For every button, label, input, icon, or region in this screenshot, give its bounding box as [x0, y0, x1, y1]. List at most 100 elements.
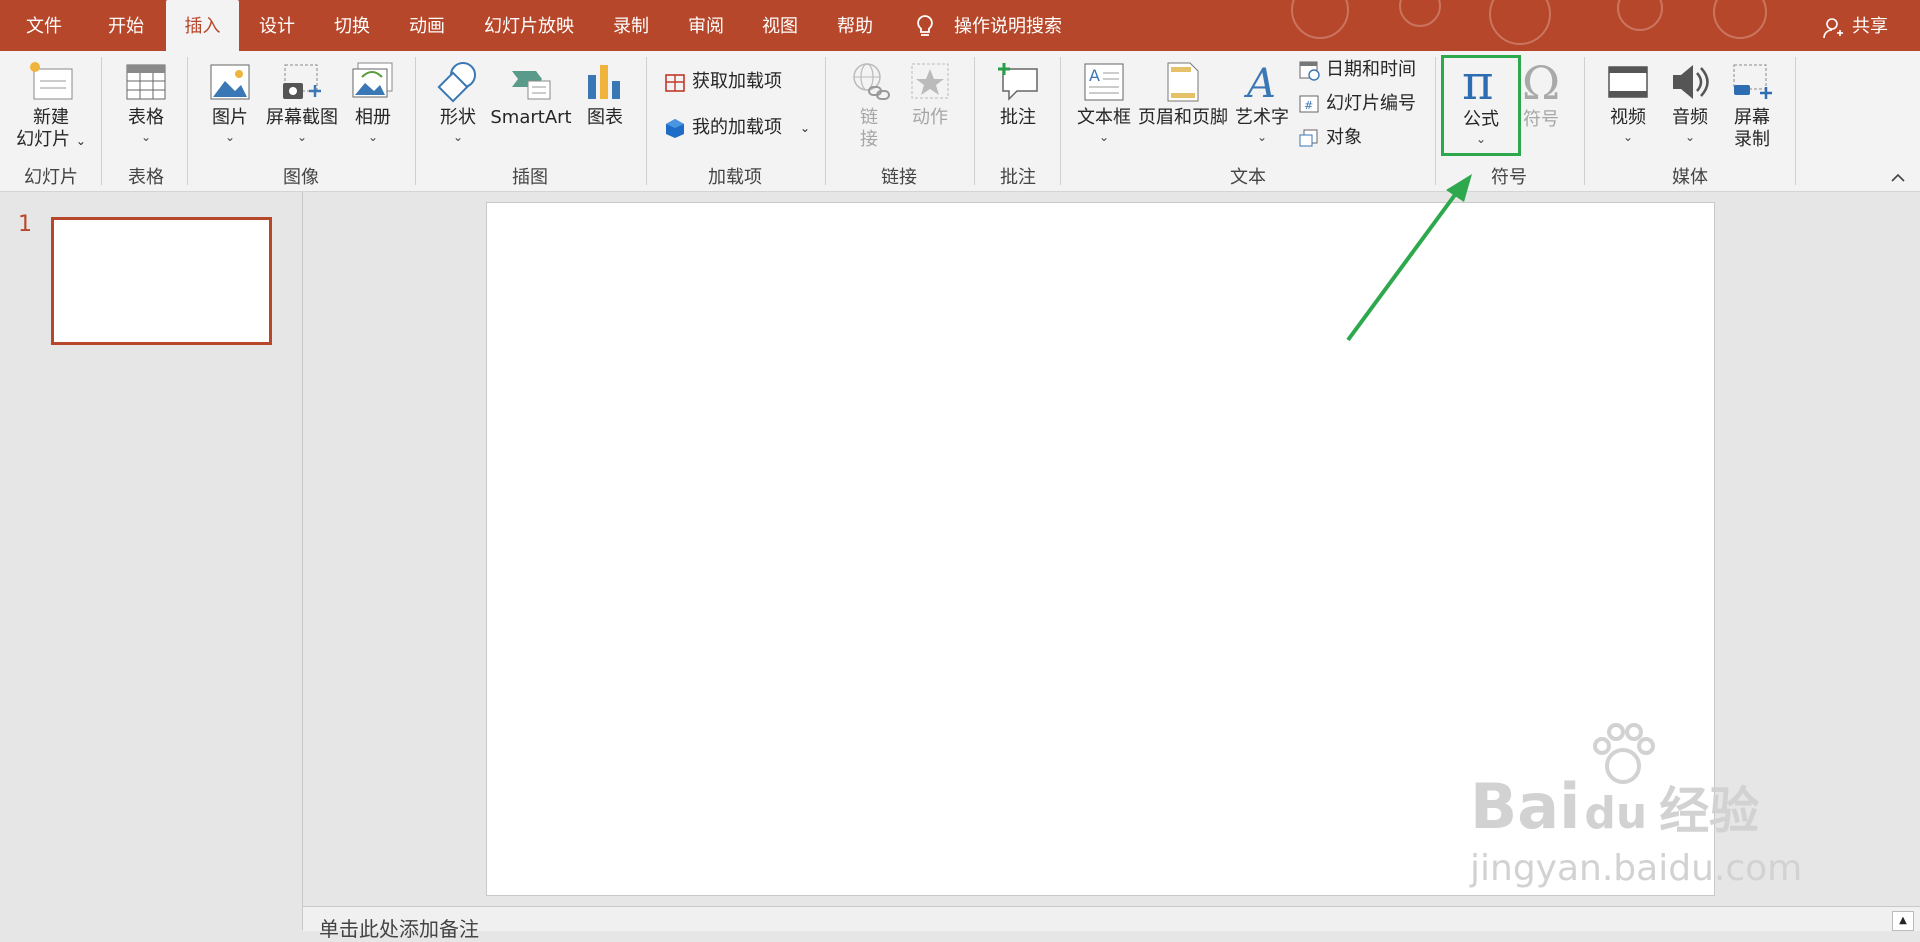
new-slide-label-2: 幻灯片 — [16, 129, 71, 150]
wordart-icon: A — [1243, 61, 1276, 103]
datetime-button[interactable]: 日期和时间 — [1298, 59, 1416, 81]
tab-design[interactable]: 设计 — [259, 0, 295, 51]
action-button[interactable]: 动作 — [904, 61, 956, 129]
chevron-down-icon: ⌄ — [296, 130, 308, 144]
notes-placeholder: 单击此处添加备注 — [319, 917, 479, 941]
collapse-ribbon-icon[interactable] — [1890, 171, 1906, 183]
divider — [101, 57, 102, 185]
omega-icon: Ω — [1522, 59, 1560, 105]
get-addins-label: 获取加载项 — [692, 71, 782, 92]
watermark-logo-text: Bai — [1470, 770, 1581, 843]
smartart-button[interactable]: SmartArt — [490, 61, 572, 129]
picture-button[interactable]: 图片 ⌄ — [204, 61, 256, 143]
divider — [974, 57, 975, 185]
shapes-button[interactable]: 形状 ⌄ — [430, 61, 486, 143]
chart-button[interactable]: 图表 — [580, 61, 630, 129]
tab-record[interactable]: 录制 — [613, 0, 649, 51]
video-button[interactable]: 视频 ⌄ — [1600, 61, 1656, 143]
chevron-down-icon: ⌄ — [452, 130, 464, 144]
slide-number-button[interactable]: # 幻灯片编号 — [1298, 93, 1416, 115]
chevron-down-icon: ⌄ — [1622, 130, 1634, 144]
object-button[interactable]: 对象 — [1298, 127, 1362, 149]
table-label: 表格 — [128, 107, 164, 128]
screenshot-icon — [283, 64, 321, 99]
group-label-links: 链接 — [881, 167, 917, 188]
chevron-down-icon: ⌄ — [75, 134, 86, 148]
header-footer-button[interactable]: 页眉和页脚 — [1138, 61, 1228, 129]
comment-label: 批注 — [1000, 107, 1036, 128]
slide-number-icon: # — [1299, 95, 1319, 113]
screen-recording-button[interactable]: 屏幕 录制 — [1724, 61, 1780, 151]
textbox-icon: A — [1084, 63, 1124, 101]
tab-view[interactable]: 视图 — [762, 0, 798, 51]
link-button[interactable]: 链 接 — [842, 61, 896, 151]
audio-button[interactable]: 音频 ⌄ — [1662, 61, 1718, 143]
slide-thumbnail[interactable] — [51, 217, 272, 345]
symbol-button[interactable]: Ω 符号 — [1520, 59, 1562, 131]
link-label-2: 接 — [860, 129, 878, 150]
chevron-down-icon: ⌄ — [800, 121, 811, 135]
chart-icon — [588, 65, 620, 99]
group-label-illustrations: 插图 — [512, 167, 548, 188]
object-icon — [1299, 129, 1318, 147]
wordart-button[interactable]: A 艺术字 ⌄ — [1234, 61, 1290, 143]
smartart-label: SmartArt — [490, 107, 572, 128]
photo-album-button[interactable]: 相册 ⌄ — [348, 61, 398, 143]
share-button[interactable]: 共享 — [1852, 0, 1888, 51]
ribbon-insert: 新建 幻灯片 ⌄ 幻灯片 表格 ⌄ 表格 图片 ⌄ 屏幕截图 ⌄ 相册 ⌄ 图像… — [0, 51, 1920, 192]
addin-cube-icon — [666, 119, 684, 138]
datetime-label: 日期和时间 — [1326, 59, 1416, 80]
comment-button[interactable]: 批注 — [990, 61, 1046, 129]
get-addins-button[interactable]: 获取加载项 — [664, 71, 782, 93]
new-slide-button[interactable]: 新建 幻灯片 ⌄ — [14, 61, 88, 152]
audio-label: 音频 — [1672, 107, 1708, 128]
tab-animations[interactable]: 动画 — [409, 0, 445, 51]
tab-insert[interactable]: 插入 — [166, 0, 239, 51]
scroll-up-icon[interactable]: ▲ — [1892, 911, 1914, 931]
my-addins-button[interactable]: 我的加载项 ⌄ — [664, 117, 810, 139]
picture-icon — [210, 64, 250, 100]
my-addins-label: 我的加载项 — [692, 117, 782, 138]
tab-home[interactable]: 开始 — [108, 0, 144, 51]
picture-label: 图片 — [212, 107, 248, 128]
slide-number-label: 幻灯片编号 — [1326, 93, 1416, 114]
svg-text:A: A — [1089, 66, 1100, 85]
tab-file[interactable]: 文件 — [26, 0, 62, 51]
equation-highlight-box — [1441, 55, 1521, 156]
svg-text:#: # — [1304, 99, 1313, 112]
header-footer-label: 页眉和页脚 — [1138, 107, 1228, 128]
new-slide-icon — [30, 62, 73, 100]
divider — [1060, 57, 1061, 185]
watermark-url: jingyan.baidu.com — [1470, 848, 1803, 889]
tab-transitions[interactable]: 切换 — [334, 0, 370, 51]
tab-review[interactable]: 审阅 — [688, 0, 724, 51]
star-icon — [911, 63, 949, 99]
group-label-media: 媒体 — [1672, 167, 1708, 188]
watermark-logo-text-2: du — [1584, 788, 1648, 839]
divider — [646, 57, 647, 185]
group-label-tables: 表格 — [128, 167, 164, 188]
wordart-label: 艺术字 — [1235, 107, 1289, 128]
person-icon — [1823, 18, 1843, 39]
tell-me-search[interactable]: 操作说明搜索 — [954, 0, 1062, 51]
tab-slideshow[interactable]: 幻灯片放映 — [484, 0, 574, 51]
divider — [1435, 57, 1436, 185]
screenshot-button[interactable]: 屏幕截图 ⌄ — [264, 61, 340, 143]
chevron-down-icon: ⌄ — [367, 130, 379, 144]
photo-album-icon — [352, 62, 393, 98]
divider — [415, 57, 416, 185]
slide-thumbnail-pane: 1 — [0, 192, 303, 930]
chart-label: 图表 — [587, 107, 623, 128]
speaker-icon — [1673, 65, 1709, 99]
notes-pane[interactable]: 单击此处添加备注 ▲ — [303, 906, 1920, 941]
divider — [1795, 57, 1796, 185]
textbox-button[interactable]: A 文本框 ⌄ — [1074, 61, 1134, 143]
tab-help[interactable]: 帮助 — [837, 0, 873, 51]
table-button[interactable]: 表格 ⌄ — [118, 61, 174, 143]
table-icon — [126, 64, 166, 100]
chevron-down-icon: ⌄ — [140, 130, 152, 144]
group-label-comments: 批注 — [1000, 167, 1036, 188]
link-icon — [853, 63, 890, 100]
chevron-down-icon: ⌄ — [1256, 130, 1268, 144]
chevron-down-icon: ⌄ — [224, 130, 236, 144]
